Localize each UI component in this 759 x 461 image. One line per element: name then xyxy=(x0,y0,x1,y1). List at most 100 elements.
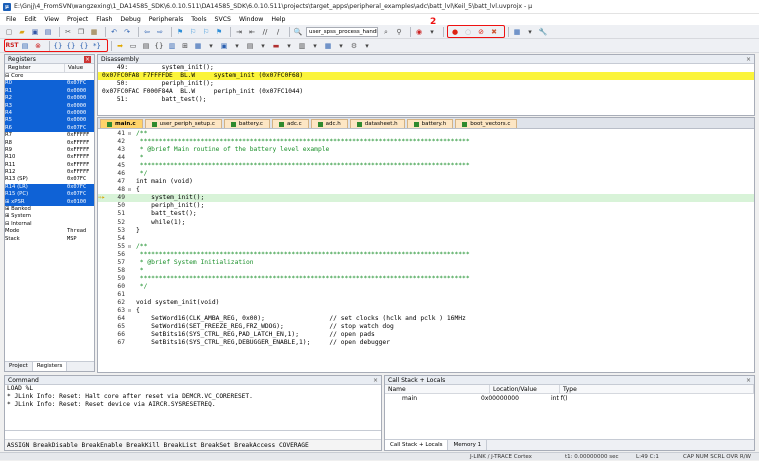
register-row[interactable]: ⊟ Core xyxy=(5,73,94,80)
fold-toggle-icon[interactable] xyxy=(128,154,136,162)
stop-icon[interactable]: ⊗ xyxy=(33,41,43,51)
fold-toggle-icon[interactable]: ⊟ xyxy=(128,243,136,251)
run-to-cursor-icon[interactable]: *} xyxy=(92,41,102,51)
memory-dropdown-icon[interactable]: ▾ xyxy=(232,41,242,51)
code-line[interactable]: 47 int main (void) xyxy=(98,178,754,186)
breakpoint-gutter[interactable] xyxy=(98,186,108,194)
register-row[interactable]: R10 0xFFFFF xyxy=(5,154,94,161)
registers-window-icon[interactable]: ▥ xyxy=(167,41,177,51)
register-value[interactable]: MSP xyxy=(65,236,77,243)
fold-toggle-icon[interactable]: ⊟ xyxy=(128,186,136,194)
fold-toggle-icon[interactable] xyxy=(128,202,136,210)
disable-all-breakpoints-icon[interactable]: ⊘ xyxy=(476,27,486,37)
close-icon[interactable]: × xyxy=(746,55,751,63)
uncomment-icon[interactable]: / xyxy=(273,27,283,37)
menu-flash[interactable]: Flash xyxy=(96,16,112,23)
unindent-icon[interactable]: ⇤ xyxy=(247,27,257,37)
code-line[interactable]: 45 *************************************… xyxy=(98,162,754,170)
register-value[interactable]: 0xFFFFF xyxy=(65,162,89,169)
register-row[interactable]: R6 0x07FC xyxy=(5,124,94,133)
code-line[interactable]: 63 ⊟{ xyxy=(98,307,754,315)
save-all-icon[interactable]: ▤ xyxy=(43,27,53,37)
window-layout-icon[interactable]: ▦ xyxy=(512,27,522,37)
toolbox-icon[interactable]: ⚙ xyxy=(349,41,359,51)
register-row[interactable]: R1 0x0000 xyxy=(5,87,94,96)
comment-icon[interactable]: // xyxy=(260,27,270,37)
code-line[interactable]: 60 */ xyxy=(98,283,754,291)
file-tab[interactable]: adc.c xyxy=(271,119,309,128)
file-tab[interactable]: main.c xyxy=(100,119,143,128)
navigate-forward-icon[interactable]: ⇨ xyxy=(155,27,165,37)
fold-toggle-icon[interactable] xyxy=(128,194,136,202)
menu-help[interactable]: Help xyxy=(271,16,285,23)
fold-toggle-icon[interactable] xyxy=(128,339,136,347)
type-column-header[interactable]: Type xyxy=(560,385,754,393)
breakpoint-gutter[interactable] xyxy=(98,339,108,347)
register-value[interactable]: 0x07FC xyxy=(65,176,86,183)
breakpoint-gutter[interactable] xyxy=(98,219,108,227)
register-value[interactable]: Thread xyxy=(65,228,86,235)
file-tab[interactable]: battery.c xyxy=(223,119,270,128)
close-icon[interactable]: × xyxy=(746,376,751,384)
code-line[interactable]: 41 ⊟/** xyxy=(98,130,754,138)
breakpoint-gutter[interactable] xyxy=(98,235,108,243)
serial-window-icon[interactable]: ▤ xyxy=(245,41,255,51)
save-icon[interactable]: ▣ xyxy=(30,27,40,37)
register-value[interactable]: 0x07FC xyxy=(65,80,86,87)
step-out-icon[interactable]: {} xyxy=(79,41,89,51)
tab-project[interactable]: Project xyxy=(5,362,33,371)
location-column-header[interactable]: Location/Value xyxy=(490,385,560,393)
register-row[interactable]: Mode Thread xyxy=(5,228,94,235)
window-layout-dropdown-icon[interactable]: ▾ xyxy=(525,27,535,37)
fold-toggle-icon[interactable] xyxy=(128,146,136,154)
file-tab[interactable]: user_periph_setup.c xyxy=(144,119,222,128)
register-row[interactable]: Stack MSP xyxy=(5,236,94,243)
register-value[interactable] xyxy=(65,221,67,228)
register-value[interactable] xyxy=(65,206,67,213)
breakpoint-gutter[interactable] xyxy=(98,323,108,331)
close-icon[interactable]: × xyxy=(373,376,378,384)
memory-window-icon[interactable]: ▣ xyxy=(219,41,229,51)
trace-window-icon[interactable]: ▥ xyxy=(297,41,307,51)
fold-toggle-icon[interactable] xyxy=(128,162,136,170)
menu-peripherals[interactable]: Peripherals xyxy=(149,16,184,23)
open-file-icon[interactable]: ▰ xyxy=(17,27,27,37)
fold-toggle-icon[interactable] xyxy=(128,235,136,243)
configure-icon[interactable]: 🔧 xyxy=(538,27,548,37)
redo-icon[interactable]: ↷ xyxy=(122,27,132,37)
tab-memory-1[interactable]: Memory 1 xyxy=(448,440,488,450)
code-line[interactable]: 66 SetBits16(SYS_CTRL_REG,PAD_LATCH_EN,1… xyxy=(98,331,754,339)
breakpoint-gutter[interactable] xyxy=(98,138,108,146)
run-icon[interactable]: ▤ xyxy=(20,41,30,51)
register-value[interactable]: 0xFFFFF xyxy=(65,147,89,154)
incremental-find-icon[interactable]: ⚲ xyxy=(394,27,404,37)
register-value[interactable]: 0x0000 xyxy=(65,110,86,117)
fold-toggle-icon[interactable] xyxy=(128,138,136,146)
code-line[interactable]: 44 * xyxy=(98,154,754,162)
register-row[interactable]: ⊟ Internal xyxy=(5,221,94,228)
analysis-dropdown-icon[interactable]: ▾ xyxy=(284,41,294,51)
register-row[interactable]: R3 0x0000 xyxy=(5,102,94,110)
current-line-arrow-icon[interactable]: ⇒▸ xyxy=(98,194,108,202)
code-line[interactable]: 67 SetBits16(SYS_CTRL_REG,DEBUGGER_ENABL… xyxy=(98,339,754,347)
fold-toggle-icon[interactable] xyxy=(128,331,136,339)
fold-toggle-icon[interactable] xyxy=(128,291,136,299)
fold-toggle-icon[interactable] xyxy=(128,259,136,267)
fold-toggle-icon[interactable]: ⊟ xyxy=(128,307,136,315)
disassembly-line[interactable]: 51: batt_test(); xyxy=(98,96,754,104)
serial-dropdown-icon[interactable]: ▾ xyxy=(258,41,268,51)
cut-icon[interactable]: ✂ xyxy=(63,27,73,37)
breakpoint-gutter[interactable] xyxy=(98,227,108,235)
bookmark-prev-icon[interactable]: ⚐ xyxy=(188,27,198,37)
code-line[interactable]: 56 *************************************… xyxy=(98,251,754,259)
system-viewer-icon[interactable]: ▦ xyxy=(323,41,333,51)
watch-dropdown-icon[interactable]: ▾ xyxy=(206,41,216,51)
register-value[interactable]: 0x0000 xyxy=(65,95,86,102)
find-icon[interactable]: ⌕ xyxy=(381,27,391,37)
name-column-header[interactable]: Name xyxy=(385,385,490,393)
code-line[interactable]: 59 *************************************… xyxy=(98,275,754,283)
breakpoint-gutter[interactable] xyxy=(98,315,108,323)
register-value[interactable]: 0x07FC xyxy=(65,191,86,198)
fold-toggle-icon[interactable] xyxy=(128,315,136,323)
command-input[interactable] xyxy=(5,430,381,439)
